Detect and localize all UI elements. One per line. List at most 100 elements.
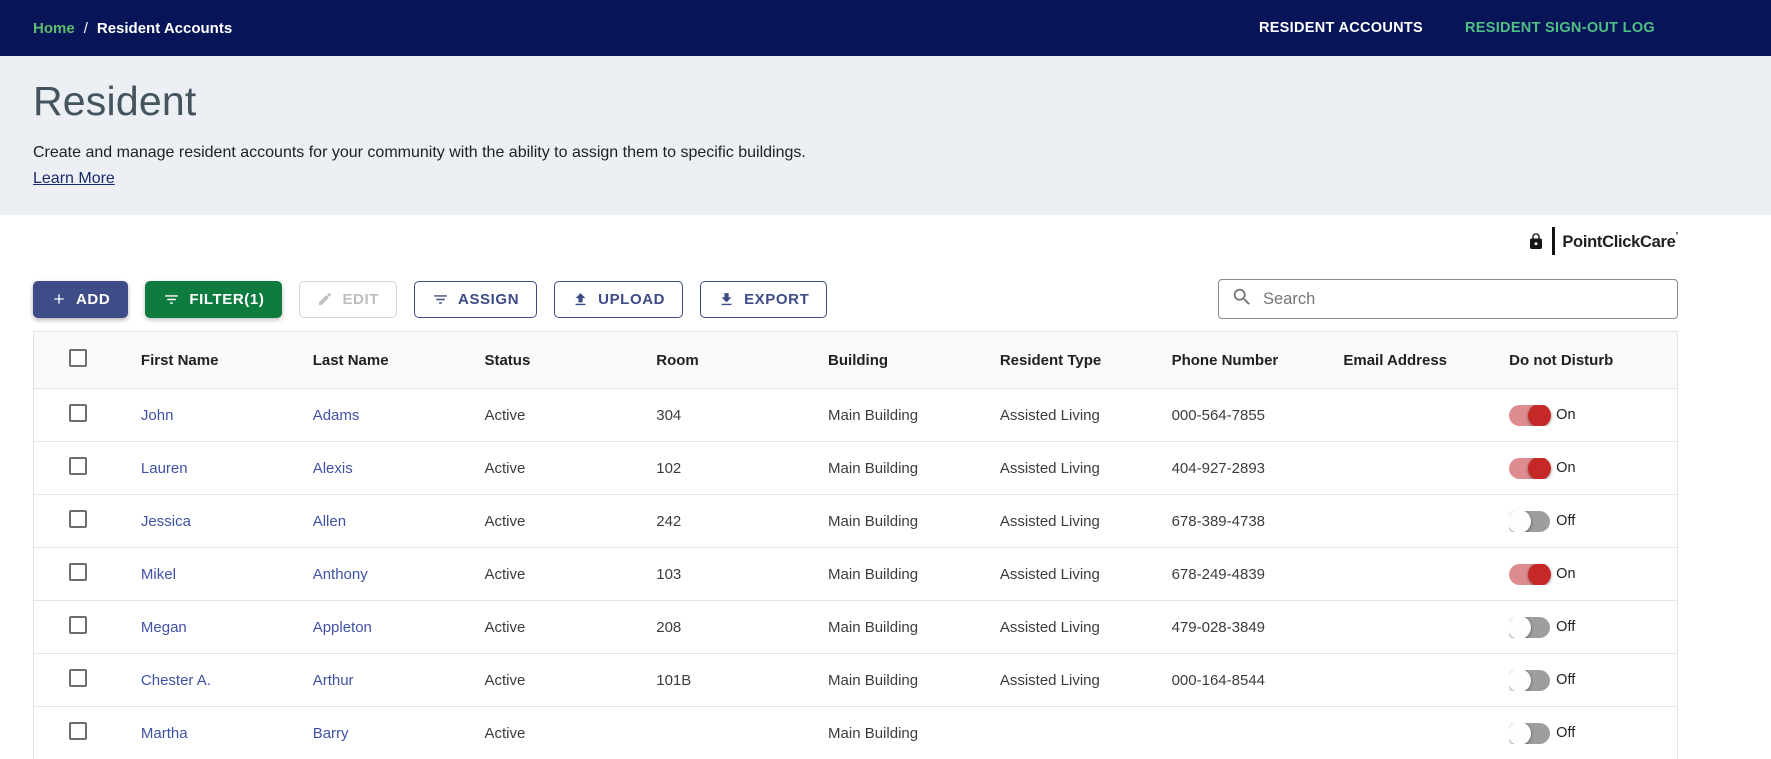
last-name-link[interactable]: Arthur — [313, 672, 354, 689]
do-not-disturb-toggle[interactable] — [1509, 722, 1551, 744]
building-cell: Main Building — [828, 618, 919, 636]
do-not-disturb-toggle[interactable] — [1509, 616, 1551, 638]
first-name-link[interactable]: John — [141, 407, 174, 424]
download-icon — [718, 291, 735, 308]
select-all-checkbox[interactable] — [69, 349, 87, 367]
first-name-link[interactable]: Martha — [141, 725, 188, 742]
brand-name: PointClickCare’ — [1562, 230, 1678, 251]
page-header: Resident Create and manage resident acco… — [0, 56, 1771, 215]
do-not-disturb-state: Off — [1556, 672, 1576, 688]
first-name-link[interactable]: Jessica — [141, 513, 191, 530]
row-checkbox[interactable] — [69, 616, 87, 634]
nav-link-resident-sign-out-log[interactable]: RESIDENT SIGN-OUT LOG — [1465, 20, 1655, 36]
status-cell: Active — [484, 724, 526, 742]
do-not-disturb-state: Off — [1556, 725, 1576, 741]
status-cell: Active — [484, 565, 526, 583]
first-name-link[interactable]: Megan — [141, 619, 187, 636]
search-box — [1218, 279, 1678, 319]
resident-type-cell: Assisted Living — [999, 671, 1100, 689]
room-cell: 304 — [656, 406, 682, 424]
lock-icon — [1527, 230, 1545, 253]
phone-cell: 479-028-3849 — [1171, 618, 1266, 636]
table-row: John Adams Active 304 Main Building Assi… — [34, 388, 1677, 441]
export-button[interactable]: EXPORT — [700, 280, 828, 318]
do-not-disturb-toggle[interactable] — [1509, 563, 1552, 585]
row-checkbox[interactable] — [69, 563, 87, 581]
navbar-links: RESIDENT ACCOUNTS RESIDENT SIGN-OUT LOG — [1259, 20, 1655, 36]
nav-link-resident-accounts[interactable]: RESIDENT ACCOUNTS — [1259, 20, 1423, 36]
first-name-link[interactable]: Mikel — [141, 566, 176, 583]
last-name-link[interactable]: Alexis — [313, 460, 353, 477]
room-cell: 103 — [656, 565, 682, 583]
last-name-link[interactable]: Barry — [313, 725, 349, 742]
filter-icon — [163, 291, 180, 308]
pointclickcare-logo: PointClickCare’ — [1527, 227, 1678, 255]
search-input[interactable] — [1263, 289, 1665, 309]
top-navbar: Home / Resident Accounts RESIDENT ACCOUN… — [0, 0, 1771, 56]
resident-type-cell: Assisted Living — [999, 459, 1100, 477]
toolbar: ADD FILTER(1) EDIT ASSIGN UPLOAD EXPORT … — [33, 279, 1678, 319]
phone-cell: 678-249-4839 — [1171, 565, 1266, 583]
room-cell: 101B — [656, 671, 692, 689]
resident-type-cell: Assisted Living — [999, 406, 1100, 424]
col-header-first-name: First Name — [140, 351, 219, 369]
upload-button[interactable]: UPLOAD — [554, 280, 684, 318]
room-cell: 242 — [656, 512, 682, 530]
breadcrumb-home-link[interactable]: Home — [33, 20, 75, 37]
learn-more-link[interactable]: Learn More — [33, 170, 115, 187]
table-row: Lauren Alexis Active 102 Main Building A… — [34, 441, 1677, 494]
last-name-link[interactable]: Allen — [313, 513, 346, 530]
phone-cell: 678-389-4738 — [1171, 512, 1266, 530]
building-cell: Main Building — [828, 406, 919, 424]
breadcrumb-current: Resident Accounts — [96, 19, 233, 37]
do-not-disturb-toggle[interactable] — [1509, 404, 1552, 426]
page-title: Resident — [33, 78, 197, 124]
building-cell: Main Building — [828, 512, 919, 530]
search-icon — [1231, 286, 1253, 313]
edit-button[interactable]: EDIT — [299, 280, 398, 318]
resident-type-cell: Assisted Living — [999, 512, 1100, 530]
col-header-status: Status — [484, 351, 531, 369]
upload-icon — [572, 291, 589, 308]
logo-divider — [1552, 227, 1556, 255]
breadcrumb-separator: / — [83, 19, 88, 37]
do-not-disturb-state: Off — [1556, 513, 1576, 529]
last-name-link[interactable]: Adams — [313, 407, 360, 424]
row-checkbox[interactable] — [69, 669, 87, 687]
col-header-phone-number: Phone Number — [1171, 351, 1279, 369]
do-not-disturb-toggle[interactable] — [1509, 510, 1551, 532]
resident-type-cell: Assisted Living — [999, 565, 1100, 583]
room-cell: 208 — [656, 618, 682, 636]
row-checkbox[interactable] — [69, 722, 87, 740]
plus-icon — [51, 291, 67, 307]
last-name-link[interactable]: Appleton — [313, 619, 372, 636]
room-cell: 102 — [656, 459, 682, 477]
filter-button[interactable]: FILTER(1) — [145, 280, 283, 318]
row-checkbox[interactable] — [69, 404, 87, 422]
do-not-disturb-toggle[interactable] — [1509, 457, 1552, 479]
assign-button[interactable]: ASSIGN — [414, 280, 538, 318]
row-checkbox[interactable] — [69, 457, 87, 475]
do-not-disturb-state: On — [1556, 460, 1576, 476]
table-header-row: First Name Last Name Status Room Buildin… — [34, 332, 1677, 388]
col-header-resident-type: Resident Type — [999, 351, 1102, 369]
do-not-disturb-state: On — [1556, 407, 1576, 423]
phone-cell: 404-927-2893 — [1171, 459, 1266, 477]
page-description: Create and manage resident accounts for … — [33, 140, 833, 192]
table-row: Martha Barry Active Main Building Off — [34, 706, 1677, 759]
breadcrumb: Home / Resident Accounts — [33, 20, 232, 37]
resident-accounts-page: Home / Resident Accounts RESIDENT ACCOUN… — [0, 0, 1771, 759]
page-description-text: Create and manage resident accounts for … — [33, 144, 806, 161]
do-not-disturb-toggle[interactable] — [1509, 669, 1551, 691]
phone-cell: 000-564-7855 — [1171, 406, 1266, 424]
building-cell: Main Building — [828, 565, 919, 583]
col-header-last-name: Last Name — [312, 351, 389, 369]
last-name-link[interactable]: Anthony — [313, 566, 368, 583]
add-button[interactable]: ADD — [33, 280, 129, 318]
first-name-link[interactable]: Lauren — [141, 460, 188, 477]
do-not-disturb-state: Off — [1556, 619, 1576, 635]
table-row: Jessica Allen Active 242 Main Building A… — [34, 494, 1677, 547]
resident-type-cell: Assisted Living — [999, 618, 1100, 636]
first-name-link[interactable]: Chester A. — [141, 672, 211, 689]
row-checkbox[interactable] — [69, 510, 87, 528]
